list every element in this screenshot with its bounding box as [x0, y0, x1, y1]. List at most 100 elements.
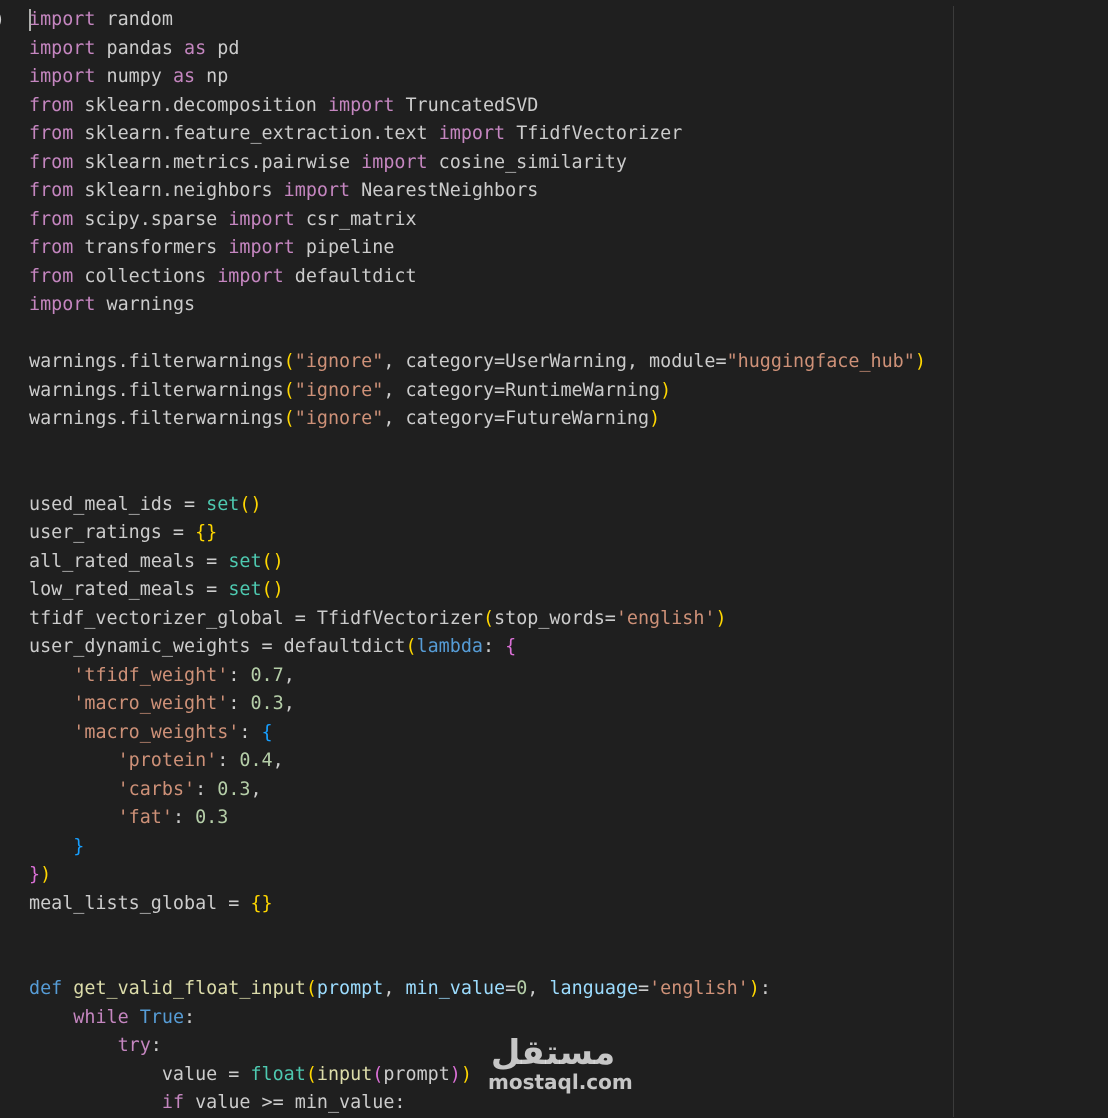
code-text: , category=FutureWarning	[383, 408, 650, 429]
vertical-ruler	[953, 6, 954, 1117]
keyword: as	[184, 37, 207, 59]
keyword: import	[217, 265, 284, 287]
parameter: min_value	[405, 978, 506, 999]
code-text: random	[95, 9, 173, 30]
code-text: numpy	[95, 66, 173, 87]
code-line[interactable]: from collections import defaultdict	[29, 263, 417, 292]
code-text: all_rated_meals =	[29, 550, 229, 572]
code-line[interactable]: tfidf_vectorizer_global = TfidfVectorize…	[29, 605, 727, 634]
code-line[interactable]: while True:	[29, 1004, 195, 1033]
code-line[interactable]: warnings.filterwarnings("ignore", catego…	[29, 348, 926, 377]
code-line[interactable]: value = float(input(prompt))	[29, 1061, 472, 1090]
string-literal: "ignore"	[294, 351, 384, 372]
code-text: user_ratings =	[29, 522, 196, 543]
code-line[interactable]: })	[29, 861, 51, 890]
code-line[interactable]: warnings.filterwarnings("ignore", catego…	[29, 377, 671, 406]
code-line[interactable]: 'protein': 0.4,	[29, 747, 284, 776]
code-line[interactable]: warnings.filterwarnings("ignore", catego…	[29, 405, 660, 434]
bracket: )	[460, 1063, 472, 1085]
keyword: import	[228, 208, 295, 230]
keyword: import	[283, 180, 351, 201]
keyword: import	[29, 9, 96, 30]
keyword: while	[73, 1006, 129, 1028]
keyword: from	[29, 265, 74, 287]
code-line[interactable]: 'fat': 0.3	[29, 804, 229, 833]
code-line[interactable]: from sklearn.metrics.pairwise import cos…	[29, 149, 627, 178]
code-line[interactable]: 'tfidf_weight': 0.7,	[29, 662, 294, 691]
builtin-name: set	[228, 579, 262, 600]
code-text: sklearn.feature_extraction.text	[73, 123, 439, 144]
code-text: :	[150, 1035, 162, 1056]
code-line[interactable]: }	[29, 833, 84, 862]
code-line[interactable]: user_ratings = {}	[29, 519, 217, 548]
keyword: import	[327, 94, 395, 116]
watermark-arabic-text: مستقل	[490, 1033, 616, 1073]
bracket: (	[283, 408, 295, 429]
string-literal: "huggingface_hub"	[726, 351, 915, 372]
code-text: ,	[250, 778, 262, 800]
code-text: NearestNeighbors	[350, 180, 539, 201]
bracket: }	[29, 864, 41, 885]
code-text: value >= min_value:	[184, 1092, 406, 1113]
code-line[interactable]: import numpy as np	[29, 63, 228, 92]
code-text: sklearn.metrics.pairwise	[73, 151, 362, 173]
code-line[interactable]: 'macro_weight': 0.3,	[29, 690, 295, 719]
fold-indicator-icon[interactable]: )	[0, 8, 5, 32]
number-literal: 0.3	[250, 693, 284, 714]
string-literal: 'macro_weight'	[73, 693, 229, 714]
string-literal: 'macro_weights'	[73, 721, 240, 743]
string-literal: 'tfidf_weight'	[73, 664, 229, 686]
code-text: ,	[283, 693, 295, 714]
keyword: import	[228, 237, 295, 258]
code-text: ,	[383, 978, 406, 999]
code-line[interactable]: 'carbs': 0.3,	[29, 776, 262, 805]
keyword: from	[29, 237, 74, 258]
code-text: warnings.filterwarnings	[29, 379, 284, 401]
code-line[interactable]: meal_lists_global = {}	[29, 890, 273, 919]
bracket: )	[449, 1063, 461, 1085]
bracket: (	[283, 351, 295, 372]
code-line[interactable]: import random	[29, 6, 173, 35]
code-editor[interactable]: ) import randomimport pandas as pdimport…	[0, 0, 1108, 1117]
code-line[interactable]: user_dynamic_weights = defaultdict(lambd…	[29, 633, 516, 662]
code-line[interactable]: all_rated_meals = set()	[29, 548, 284, 577]
builtin-name: set	[206, 493, 240, 515]
keyword: lambda	[416, 636, 483, 657]
keyword: import	[438, 123, 506, 144]
string-literal: 'carbs'	[117, 778, 196, 800]
code-line[interactable]: from transformers import pipeline	[29, 234, 394, 263]
code-line[interactable]: 'macro_weights': {	[29, 719, 272, 748]
code-line[interactable]: low_rated_meals = set()	[29, 576, 284, 605]
code-text: sklearn.decomposition	[73, 94, 328, 116]
code-line[interactable]: if value >= min_value:	[29, 1089, 406, 1118]
code-text: :	[228, 664, 251, 686]
parameter: prompt	[316, 978, 384, 999]
code-text: transformers	[73, 237, 229, 258]
bracket: {}	[195, 522, 218, 543]
code-line[interactable]: from sklearn.feature_extraction.text imp…	[29, 120, 682, 149]
keyword: import	[29, 66, 96, 87]
code-line[interactable]: import pandas as pd	[29, 35, 239, 64]
code-text: :	[239, 721, 262, 743]
string-literal: 'english'	[615, 607, 716, 629]
number-literal: 0.3	[195, 807, 229, 828]
bracket: ()	[239, 493, 262, 515]
code-line[interactable]: try:	[29, 1032, 162, 1061]
bracket: {}	[250, 892, 273, 914]
code-line[interactable]: import warnings	[29, 291, 195, 320]
keyword: import	[361, 151, 428, 173]
code-text: warnings.filterwarnings	[29, 408, 284, 429]
code-line[interactable]: from scipy.sparse import csr_matrix	[29, 206, 417, 235]
code-line[interactable]: from sklearn.decomposition import Trunca…	[29, 92, 538, 121]
bracket: )	[748, 978, 760, 999]
keyword: def	[29, 978, 63, 999]
code-line[interactable]: def get_valid_float_input(prompt, min_va…	[29, 975, 771, 1004]
code-text: :	[195, 778, 218, 800]
code-line[interactable]: from sklearn.neighbors import NearestNei…	[29, 177, 538, 206]
code-line[interactable]: used_meal_ids = set()	[29, 491, 262, 520]
builtin-name: float	[250, 1063, 306, 1085]
